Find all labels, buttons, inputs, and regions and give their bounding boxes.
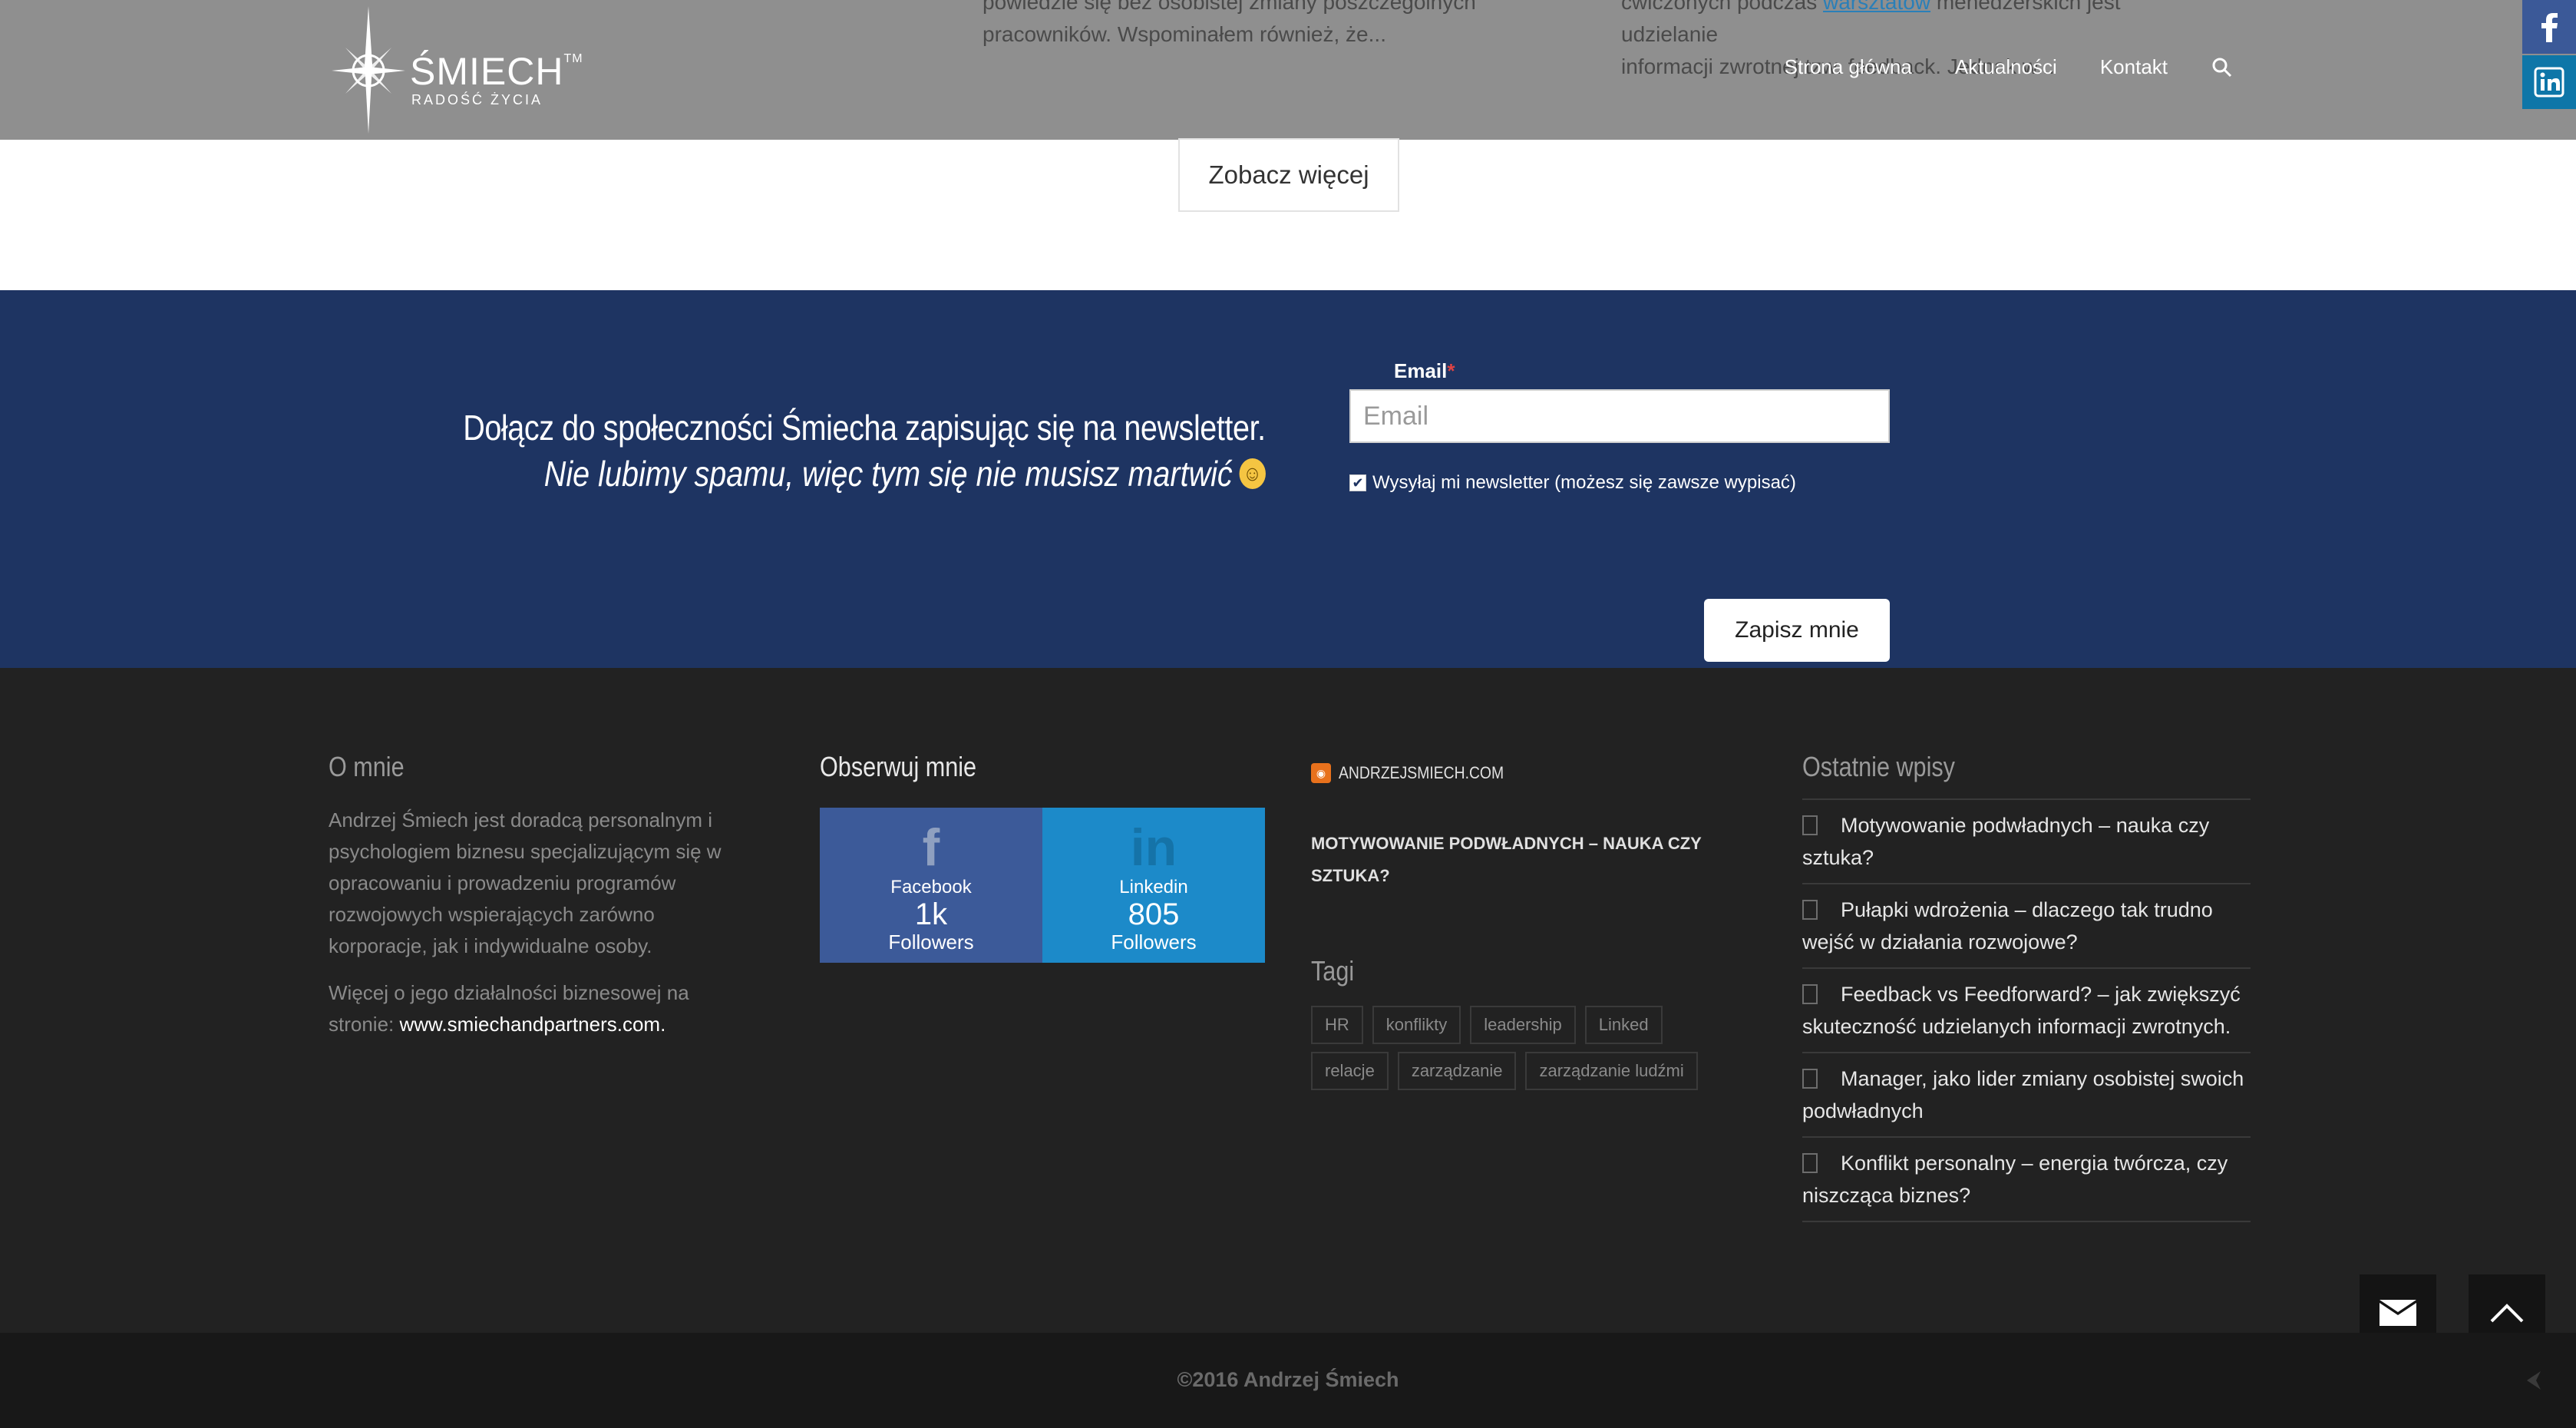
tag-relacje[interactable]: relacje [1311, 1052, 1389, 1090]
email-label: Email* [1394, 359, 1455, 382]
compass-star-icon [332, 6, 405, 134]
recent-post[interactable]: Konflikt personalny – energia twórcza, c… [1802, 1138, 2251, 1222]
rss-widget: ◉ ANDRZEJSMIECH.COM MOTYWOWANIE PODWŁADN… [1311, 751, 1726, 1090]
partners-link[interactable]: www.smiechandpartners.com. [400, 1013, 666, 1036]
logo-tagline: RADOŚĆ ŻYCIA [411, 92, 543, 107]
tag-hr[interactable]: HR [1311, 1006, 1363, 1044]
linkedin-count: 805 [1128, 897, 1180, 931]
follow-widget: Obserwuj mnie f Facebook 1k Followers in… [820, 751, 1265, 963]
nav-news[interactable]: Aktualności [1955, 55, 2057, 79]
theme-badge-icon [2527, 1371, 2541, 1390]
facebook-count: 1k [914, 897, 948, 931]
newsletter-consent: ✔ Wysyłaj mi newsletter (możesz się zaws… [1349, 472, 1890, 494]
tag-linked[interactable]: Linked [1584, 1006, 1663, 1044]
logo-name: ŚMIECHTM [410, 50, 583, 93]
facebook-counter[interactable]: f Facebook 1k Followers [820, 808, 1042, 963]
rss-post-link[interactable]: MOTYWOWANIE PODWŁADNYCH – NAUKA CZY SZTU… [1311, 828, 1710, 892]
consent-checkbox[interactable]: ✔ [1349, 474, 1366, 491]
rss-icon[interactable]: ◉ [1311, 763, 1331, 783]
newsletter-form: Email* ✔ Wysyłaj mi newsletter (możesz s… [1349, 359, 1890, 662]
subscribe-button[interactable]: Zapisz mnie [1704, 599, 1890, 662]
recent-post[interactable]: Motywowanie podwładnych – nauka czy sztu… [1802, 800, 2251, 884]
newsletter-pitch: Dołącz do społeczności Śmiecha zapisując… [463, 408, 1266, 494]
recent-post[interactable]: Manager, jako lider zmiany osobistej swo… [1802, 1053, 2251, 1138]
recent-post[interactable]: Feedback vs Feedforward? – jak zwiększyć… [1802, 969, 2251, 1053]
side-social-bar [2522, 0, 2576, 109]
document-icon [1802, 1153, 1818, 1173]
chevron-up-icon [2490, 1304, 2524, 1323]
facebook-icon[interactable] [2522, 0, 2576, 54]
site-logo[interactable]: ŚMIECHTM RADOŚĆ ŻYCIA [330, 5, 591, 135]
linkedin-icon[interactable] [2522, 55, 2576, 109]
site-footer: O mnie Andrzej Śmiech jest doradcą perso… [0, 668, 2576, 1333]
rss-site-link[interactable]: ANDRZEJSMIECH.COM [1339, 763, 1504, 783]
linkedin-icon: in [1130, 818, 1177, 877]
copyright: ©2016 Andrzej Śmiech [1177, 1368, 1399, 1391]
main-nav: Strona główna Aktualności Kontakt [1785, 55, 2234, 79]
search-icon[interactable] [2211, 56, 2234, 79]
tag-konflikty[interactable]: konflikty [1372, 1006, 1461, 1044]
envelope-icon [2379, 1300, 2416, 1326]
nav-contact[interactable]: Kontakt [2100, 55, 2168, 79]
about-text: Andrzej Śmiech jest doradcą personalnym … [329, 808, 722, 957]
teaser-link[interactable]: warsztatów [1823, 0, 1930, 14]
footer-bottom-bar: ©2016 Andrzej Śmiech [0, 1333, 2576, 1428]
recent-post[interactable]: Pułapki wdrożenia – dlaczego tak trudno … [1802, 884, 2251, 969]
tag-cloud: HR konflikty leadership Linked relacje z… [1311, 1006, 1741, 1090]
facebook-icon: f [922, 818, 940, 877]
recent-title: Ostatnie wpisy [1802, 751, 1955, 782]
social-counters: f Facebook 1k Followers in Linkedin 805 … [820, 808, 1265, 963]
newsletter-section: Dołącz do społeczności Śmiecha zapisując… [0, 290, 2576, 668]
about-more: Więcej o jego działalności biznesowej na… [329, 981, 689, 1036]
about-widget: O mnie Andrzej Śmiech jest doradcą perso… [329, 751, 743, 1040]
document-icon [1802, 1069, 1818, 1089]
recent-posts-widget: Ostatnie wpisy Motywowanie podwładnych –… [1802, 751, 2251, 1222]
tag-zarzadzanie[interactable]: zarządzanie [1397, 1052, 1517, 1090]
smiley-icon: ☺ [1239, 458, 1266, 489]
email-field[interactable] [1349, 389, 1890, 443]
about-title: O mnie [329, 751, 405, 782]
teaser-middle[interactable]: powiedzie się bez osobistej zmiany poszc… [983, 0, 1535, 51]
document-icon [1802, 984, 1818, 1004]
tag-zarzadzanie-ludzmi[interactable]: zarządzanie ludźmi [1525, 1052, 1698, 1090]
show-more-button[interactable]: Zobacz więcej [1178, 138, 1399, 212]
recent-posts-list: Motywowanie podwładnych – nauka czy sztu… [1802, 798, 2251, 1222]
tag-leadership[interactable]: leadership [1470, 1006, 1576, 1044]
site-header: powiedzie się bez osobistej zmiany poszc… [0, 0, 2576, 140]
linkedin-counter[interactable]: in Linkedin 805 Followers [1042, 808, 1265, 963]
follow-title: Obserwuj mnie [820, 751, 977, 782]
nav-home[interactable]: Strona główna [1785, 55, 1912, 79]
document-icon [1802, 815, 1818, 835]
document-icon [1802, 900, 1818, 920]
tags-title: Tagi [1311, 955, 1355, 987]
